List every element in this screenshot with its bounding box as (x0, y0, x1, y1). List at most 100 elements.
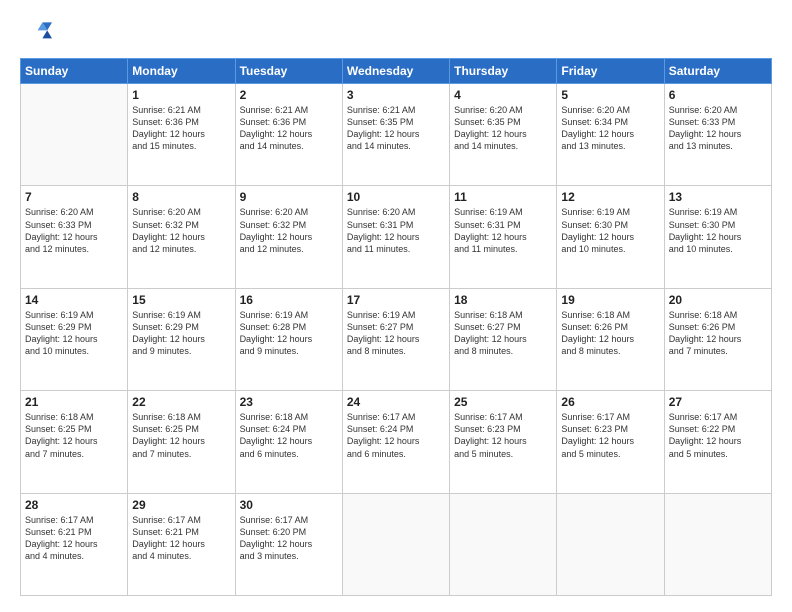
calendar-week-3: 14 Sunrise: 6:19 AMSunset: 6:29 PMDayligh… (21, 288, 772, 390)
calendar-cell: 5Sunrise: 6:20 AMSunset: 6:34 PMDaylight… (557, 84, 664, 186)
day-number: 28 (25, 498, 123, 512)
calendar-week-2: 7 Sunrise: 6:20 AMSunset: 6:33 PMDaylight… (21, 186, 772, 288)
calendar-cell: 11 Sunrise: 6:19 AMSunset: 6:31 PMDayligh… (450, 186, 557, 288)
calendar-body: 1 Sunrise: 6:21 AMSunset: 6:36 PMDaylight… (21, 84, 772, 596)
day-info: Sunrise: 6:17 AMSunset: 6:21 PMDaylight:… (25, 514, 123, 563)
calendar-cell: 20 Sunrise: 6:18 AMSunset: 6:26 PMDayligh… (664, 288, 771, 390)
calendar-cell: 9 Sunrise: 6:20 AMSunset: 6:32 PMDaylight… (235, 186, 342, 288)
calendar-week-4: 21 Sunrise: 6:18 AMSunset: 6:25 PMDayligh… (21, 391, 772, 493)
calendar-cell: 14 Sunrise: 6:19 AMSunset: 6:29 PMDayligh… (21, 288, 128, 390)
calendar-cell (342, 493, 449, 595)
day-info: Sunrise: 6:17 AMSunset: 6:23 PMDaylight:… (454, 411, 552, 460)
weekday-thursday: Thursday (450, 59, 557, 84)
day-info: Sunrise: 6:20 AMSunset: 6:33 PMDaylight:… (669, 104, 767, 153)
day-number: 4 (454, 88, 552, 102)
weekday-tuesday: Tuesday (235, 59, 342, 84)
calendar-cell: 30 Sunrise: 6:17 AMSunset: 6:20 PMDayligh… (235, 493, 342, 595)
day-info: Sunrise: 6:18 AMSunset: 6:26 PMDaylight:… (669, 309, 767, 358)
day-number: 25 (454, 395, 552, 409)
weekday-sunday: Sunday (21, 59, 128, 84)
calendar-cell: 22 Sunrise: 6:18 AMSunset: 6:25 PMDayligh… (128, 391, 235, 493)
calendar-cell: 3 Sunrise: 6:21 AMSunset: 6:35 PMDaylight… (342, 84, 449, 186)
calendar-cell: 4 Sunrise: 6:20 AMSunset: 6:35 PMDaylight… (450, 84, 557, 186)
calendar-cell: 21 Sunrise: 6:18 AMSunset: 6:25 PMDayligh… (21, 391, 128, 493)
day-info: Sunrise: 6:18 AMSunset: 6:24 PMDaylight:… (240, 411, 338, 460)
calendar-cell: 10Sunrise: 6:20 AMSunset: 6:31 PMDayligh… (342, 186, 449, 288)
calendar-cell: 19 Sunrise: 6:18 AMSunset: 6:26 PMDayligh… (557, 288, 664, 390)
calendar-cell: 15 Sunrise: 6:19 AMSunset: 6:29 PMDayligh… (128, 288, 235, 390)
day-info: Sunrise: 6:18 AMSunset: 6:26 PMDaylight:… (561, 309, 659, 358)
day-info: Sunrise: 6:19 AMSunset: 6:27 PMDaylight:… (347, 309, 445, 358)
day-number: 8 (132, 190, 230, 204)
calendar-cell: 13Sunrise: 6:19 AMSunset: 6:30 PMDayligh… (664, 186, 771, 288)
day-number: 12 (561, 190, 659, 204)
calendar-cell: 16 Sunrise: 6:19 AMSunset: 6:28 PMDayligh… (235, 288, 342, 390)
calendar-cell: 28 Sunrise: 6:17 AMSunset: 6:21 PMDayligh… (21, 493, 128, 595)
calendar-cell: 8 Sunrise: 6:20 AMSunset: 6:32 PMDaylight… (128, 186, 235, 288)
day-info: Sunrise: 6:21 AMSunset: 6:36 PMDaylight:… (132, 104, 230, 153)
day-info: Sunrise: 6:19 AMSunset: 6:29 PMDaylight:… (25, 309, 123, 358)
day-number: 15 (132, 293, 230, 307)
day-number: 17 (347, 293, 445, 307)
weekday-monday: Monday (128, 59, 235, 84)
day-info: Sunrise: 6:17 AMSunset: 6:21 PMDaylight:… (132, 514, 230, 563)
calendar-cell: 26Sunrise: 6:17 AMSunset: 6:23 PMDayligh… (557, 391, 664, 493)
day-number: 7 (25, 190, 123, 204)
calendar-cell: 6 Sunrise: 6:20 AMSunset: 6:33 PMDaylight… (664, 84, 771, 186)
day-number: 30 (240, 498, 338, 512)
day-info: Sunrise: 6:19 AMSunset: 6:31 PMDaylight:… (454, 206, 552, 255)
day-info: Sunrise: 6:20 AMSunset: 6:35 PMDaylight:… (454, 104, 552, 153)
weekday-header-row: SundayMondayTuesdayWednesdayThursdayFrid… (21, 59, 772, 84)
logo-icon (20, 16, 52, 48)
day-info: Sunrise: 6:19 AMSunset: 6:28 PMDaylight:… (240, 309, 338, 358)
day-number: 13 (669, 190, 767, 204)
day-number: 23 (240, 395, 338, 409)
day-number: 26 (561, 395, 659, 409)
day-info: Sunrise: 6:20 AMSunset: 6:32 PMDaylight:… (240, 206, 338, 255)
day-number: 3 (347, 88, 445, 102)
day-info: Sunrise: 6:17 AMSunset: 6:24 PMDaylight:… (347, 411, 445, 460)
calendar-cell (664, 493, 771, 595)
calendar-cell: 12 Sunrise: 6:19 AMSunset: 6:30 PMDayligh… (557, 186, 664, 288)
day-number: 24 (347, 395, 445, 409)
day-number: 19 (561, 293, 659, 307)
day-info: Sunrise: 6:20 AMSunset: 6:33 PMDaylight:… (25, 206, 123, 255)
day-number: 10 (347, 190, 445, 204)
day-number: 20 (669, 293, 767, 307)
day-number: 21 (25, 395, 123, 409)
day-number: 22 (132, 395, 230, 409)
day-info: Sunrise: 6:18 AMSunset: 6:25 PMDaylight:… (132, 411, 230, 460)
calendar-table: SundayMondayTuesdayWednesdayThursdayFrid… (20, 58, 772, 596)
day-number: 1 (132, 88, 230, 102)
day-number: 6 (669, 88, 767, 102)
weekday-friday: Friday (557, 59, 664, 84)
calendar-week-5: 28 Sunrise: 6:17 AMSunset: 6:21 PMDayligh… (21, 493, 772, 595)
day-info: Sunrise: 6:19 AMSunset: 6:29 PMDaylight:… (132, 309, 230, 358)
calendar-cell (450, 493, 557, 595)
page: SundayMondayTuesdayWednesdayThursdayFrid… (0, 0, 792, 612)
calendar-cell: 23 Sunrise: 6:18 AMSunset: 6:24 PMDayligh… (235, 391, 342, 493)
calendar-cell: 7 Sunrise: 6:20 AMSunset: 6:33 PMDaylight… (21, 186, 128, 288)
calendar-cell (557, 493, 664, 595)
calendar-cell: 25 Sunrise: 6:17 AMSunset: 6:23 PMDayligh… (450, 391, 557, 493)
day-number: 16 (240, 293, 338, 307)
day-number: 29 (132, 498, 230, 512)
day-number: 9 (240, 190, 338, 204)
day-info: Sunrise: 6:21 AMSunset: 6:35 PMDaylight:… (347, 104, 445, 153)
day-number: 14 (25, 293, 123, 307)
day-info: Sunrise: 6:18 AMSunset: 6:25 PMDaylight:… (25, 411, 123, 460)
day-info: Sunrise: 6:19 AMSunset: 6:30 PMDaylight:… (561, 206, 659, 255)
day-info: Sunrise: 6:17 AMSunset: 6:20 PMDaylight:… (240, 514, 338, 563)
logo (20, 16, 56, 48)
calendar-cell (21, 84, 128, 186)
day-info: Sunrise: 6:20 AMSunset: 6:34 PMDaylight:… (561, 104, 659, 153)
day-info: Sunrise: 6:20 AMSunset: 6:32 PMDaylight:… (132, 206, 230, 255)
day-info: Sunrise: 6:18 AMSunset: 6:27 PMDaylight:… (454, 309, 552, 358)
weekday-saturday: Saturday (664, 59, 771, 84)
calendar-header: SundayMondayTuesdayWednesdayThursdayFrid… (21, 59, 772, 84)
calendar-cell: 2Sunrise: 6:21 AMSunset: 6:36 PMDaylight… (235, 84, 342, 186)
day-number: 11 (454, 190, 552, 204)
calendar-cell: 18Sunrise: 6:18 AMSunset: 6:27 PMDayligh… (450, 288, 557, 390)
calendar-cell: 1 Sunrise: 6:21 AMSunset: 6:36 PMDaylight… (128, 84, 235, 186)
calendar-cell: 29 Sunrise: 6:17 AMSunset: 6:21 PMDayligh… (128, 493, 235, 595)
